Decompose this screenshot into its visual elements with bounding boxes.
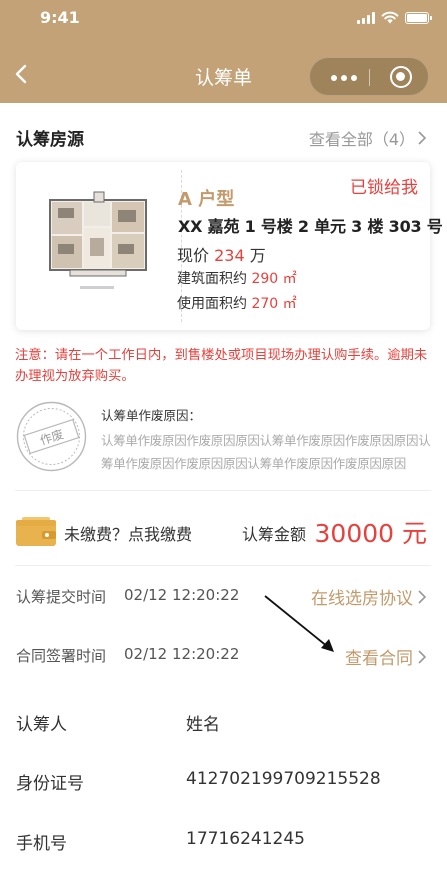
submit-time-label: 认筹提交时间 [16, 588, 107, 606]
build-area-value: 290 ㎡ [251, 271, 297, 287]
amount-label: 认筹金额 [242, 525, 307, 544]
build-area-label: 建筑面积约 [177, 271, 247, 287]
mini-program-capsule [309, 57, 429, 96]
id-number-value: 412702199709215528 [186, 769, 381, 789]
view-contract-label: 查看合同 [345, 649, 413, 669]
status-icons [357, 10, 432, 24]
view-contract-link[interactable]: 查看合同 [345, 644, 427, 669]
chevron-right-icon [418, 589, 427, 604]
contract-time-label: 合同签署时间 [16, 647, 107, 665]
battery-icon [405, 12, 432, 24]
price-row: 现价 234 万 [177, 242, 266, 266]
wifi-icon [381, 11, 399, 24]
phone-label: 手机号 [16, 834, 67, 854]
view-all-link[interactable]: 查看全部（4） [309, 126, 427, 150]
void-reason-label: 认筹单作废原因： [101, 408, 202, 423]
contract-time-value: 02/12 12:20:22 [124, 645, 240, 663]
header-bar: 9:41 认筹单 [0, 0, 447, 103]
house-section-title: 认筹房源 [16, 130, 84, 150]
house-card[interactable]: A 户型 已锁给我 XX 嘉苑 1 号楼 2 单元 3 楼 303 号 现价 2… [16, 162, 443, 330]
annotation-arrow-icon [264, 595, 334, 652]
house-type: A 户型 [178, 189, 235, 210]
use-area-value: 270 ㎡ [251, 296, 297, 312]
pay-now-link[interactable]: 未缴费？点我缴费 [64, 521, 192, 545]
notice-text: 注意：请在一个工作日内，到售楼处或项目现场办理认购手续。逾期未办理视为放弃购买。 [15, 348, 428, 384]
divider-2 [15, 565, 431, 566]
building-address: XX 嘉苑 1 号楼 2 单元 3 楼 303 号 [178, 217, 443, 236]
id-number-label: 身份证号 [16, 774, 84, 794]
holder-value: 姓名 [186, 715, 220, 735]
amount-value: 30000 元 [314, 519, 427, 548]
signal-icon [357, 12, 375, 24]
chevron-right-icon [418, 649, 427, 664]
close-target-icon[interactable] [390, 66, 412, 88]
wallet-icon [16, 517, 56, 546]
phone-value: 17716241245 [186, 829, 305, 849]
floorplan-image [49, 191, 147, 289]
lock-status-badge: 已锁给我 [350, 178, 418, 198]
price-value: 234 [214, 246, 245, 265]
divider-1 [15, 490, 431, 491]
status-time: 9:41 [40, 8, 80, 27]
price-unit: 万 [249, 246, 266, 265]
capsule-divider [369, 69, 370, 86]
use-area-label: 使用面积约 [177, 296, 247, 312]
more-icon[interactable] [331, 75, 357, 81]
void-reason-text: 认筹单作废原因作废原因原因认筹单作废原因作废原因原因认筹单作废原因作废原因原因认… [101, 429, 433, 475]
void-reason-value: 认筹单作废原因作废原因原因认筹单作废原因作废原因原因认筹单作废原因作废原因原因认… [101, 433, 431, 471]
use-area-row: 使用面积约 270 ㎡ [177, 293, 297, 313]
price-label: 现价 [177, 246, 210, 265]
view-all-label: 查看全部（4） [308, 130, 415, 149]
chevron-right-icon [418, 131, 427, 145]
void-stamp-icon: 作废 [16, 401, 87, 472]
holder-label: 认筹人 [16, 715, 67, 735]
build-area-row: 建筑面积约 290 ㎡ [177, 268, 297, 288]
submit-time-value: 02/12 12:20:22 [124, 586, 240, 604]
